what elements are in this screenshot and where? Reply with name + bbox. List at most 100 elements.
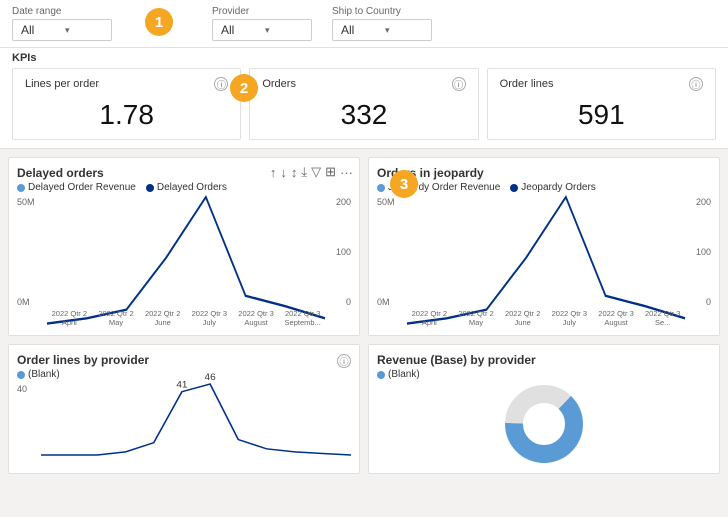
legend-item-jeopardy-orders: Jeopardy Orders: [510, 182, 595, 193]
date-range-filter: Date range All ▾: [12, 6, 112, 41]
kpi-title-lines-per-order: Lines per order: [25, 78, 99, 90]
kpi-title-order-lines: Order lines: [500, 78, 554, 90]
ship-to-country-filter: Ship to Country All ▾: [332, 6, 432, 41]
date-range-arrow-icon: ▾: [65, 25, 103, 36]
legend-dot-jeopardy-revenue: [377, 184, 385, 192]
date-range-select[interactable]: All ▾: [12, 19, 112, 41]
kpis-label: KPIs: [12, 52, 716, 64]
ship-to-country-label: Ship to Country: [332, 6, 432, 17]
delayed-orders-panel: Delayed orders ↑ ↓ ↕ ⤓ ▽ ⊞ ··· Delayed O…: [8, 157, 360, 336]
x-label: 2022 Qtr 2June: [140, 309, 185, 327]
x-label: 2022 Qtr 3Se...: [640, 309, 685, 327]
legend-label-jeopardy-orders: Jeopardy Orders: [521, 182, 595, 193]
provider-filter: Provider All ▾: [212, 6, 312, 41]
chart-toolbar: ↑ ↓ ↕ ⤓ ▽ ⊞ ···: [270, 164, 353, 180]
jeopardy-orders-title: Orders in jeopardy: [377, 166, 711, 180]
x-label: 2022 Qtr 3August: [594, 309, 639, 327]
kpi-card-lines-per-order: Lines per order ⓘ 1.78: [12, 68, 241, 140]
jeopardy-orders-panel: Orders in jeopardy Jeopardy Order Revenu…: [368, 157, 720, 336]
sort-asc-icon[interactable]: ↑: [270, 165, 277, 180]
filter-icon[interactable]: ▽: [311, 164, 321, 180]
more-icon[interactable]: ···: [340, 165, 353, 180]
sort-both-icon[interactable]: ↕: [291, 165, 298, 180]
y-right-bottom: 0: [327, 297, 351, 307]
x-label: 2022 Qtr 3Septemb...: [280, 309, 325, 327]
y-right-top: 200: [327, 197, 351, 207]
ship-to-country-arrow-icon: ▾: [385, 25, 423, 36]
kpi-card-orders: Orders ⓘ 332: [249, 68, 478, 140]
jeopardy-orders-chart-area: 50M 0M 200 100 0 2022 Qtr 2April2022 Qtr…: [377, 197, 711, 327]
y-axis-right-delayed: 200 100 0: [327, 197, 351, 307]
provider-arrow-icon: ▾: [265, 25, 303, 36]
sort-desc-icon[interactable]: ↓: [280, 165, 287, 180]
provider-select[interactable]: All ▾: [212, 19, 312, 41]
legend-label-blank-revenue: (Blank): [388, 369, 420, 380]
kpi-info-icon-lines-per-order[interactable]: ⓘ: [214, 77, 228, 91]
y-left-top: 50M: [17, 197, 45, 207]
x-label: 2022 Qtr 2May: [454, 309, 499, 327]
order-lines-provider-panel: Order lines by provider ⓘ (Blank) 40 414…: [8, 344, 360, 474]
x-label: 2022 Qtr 2May: [94, 309, 139, 327]
svg-text:41: 41: [176, 380, 187, 390]
kpi-info-icon-orders[interactable]: ⓘ: [452, 77, 466, 91]
grid-icon[interactable]: ⊞: [325, 164, 336, 180]
kpi-title-orders: Orders: [262, 78, 296, 90]
jeopardy-orders-legend: Jeopardy Order Revenue Jeopardy Orders: [377, 182, 711, 193]
x-label: 2022 Qtr 2June: [500, 309, 545, 327]
revenue-provider-title: Revenue (Base) by provider: [377, 353, 711, 367]
legend-item-blank-revenue: (Blank): [377, 369, 420, 380]
legend-dot-blank-revenue: [377, 371, 385, 379]
x-label: 2022 Qtr 2April: [47, 309, 92, 327]
kpis-section: KPIs Lines per order ⓘ 1.78 Orders ⓘ 332…: [0, 48, 728, 149]
legend-label-delayed-revenue: Delayed Order Revenue: [28, 182, 136, 193]
ship-to-country-select[interactable]: All ▾: [332, 19, 432, 41]
y-right-jeopardy-top: 200: [687, 197, 711, 207]
order-lines-chart-area: 40 4146: [17, 384, 351, 469]
delayed-orders-chart-area: 50M 0M 200 100 0 2022 Qtr 2April2022 Qtr…: [17, 197, 351, 327]
order-lines-provider-info-icon[interactable]: ⓘ: [337, 354, 351, 368]
legend-dot-jeopardy-orders: [510, 184, 518, 192]
y-right-mid: 100: [327, 247, 351, 257]
revenue-donut-area: [377, 384, 711, 464]
expand-icon[interactable]: ⤓: [301, 164, 307, 180]
legend-item-delayed-revenue: Delayed Order Revenue: [17, 182, 136, 193]
legend-dot-delayed-orders: [146, 184, 154, 192]
y-left-jeopardy-bottom: 0M: [377, 297, 405, 307]
y-axis-right-jeopardy: 200 100 0: [687, 197, 711, 307]
kpi-value-lines-per-order: 1.78: [25, 99, 228, 131]
provider-label: Provider: [212, 6, 312, 17]
order-lines-provider-legend: (Blank): [17, 369, 351, 380]
x-label: 2022 Qtr 2April: [407, 309, 452, 327]
y-left-bottom: 0M: [17, 297, 45, 307]
delayed-x-labels: 2022 Qtr 2April2022 Qtr 2May2022 Qtr 2Ju…: [47, 309, 325, 327]
delayed-orders-legend: Delayed Order Revenue Delayed Orders: [17, 182, 351, 193]
badge-number-3: 3: [390, 170, 418, 198]
badge-number-1: 1: [145, 8, 173, 36]
badge-number-2: 2: [230, 74, 258, 102]
legend-item-blank-provider: (Blank): [17, 369, 60, 380]
y-top-ol: 40: [17, 384, 39, 394]
legend-label-blank-provider: (Blank): [28, 369, 60, 380]
legend-label-delayed-orders: Delayed Orders: [157, 182, 227, 193]
kpi-info-icon-order-lines[interactable]: ⓘ: [689, 77, 703, 91]
y-right-jeopardy-bottom: 0: [687, 297, 711, 307]
delayed-orders-line-chart: [47, 197, 325, 327]
y-axis-left-jeopardy: 50M 0M: [377, 197, 405, 307]
kpi-card-order-lines: Order lines ⓘ 591: [487, 68, 716, 140]
order-lines-provider-title: Order lines by provider: [17, 353, 149, 367]
filters-bar: Date range All ▾ Provider All ▾ Ship to …: [0, 0, 728, 48]
y-right-jeopardy-mid: 100: [687, 247, 711, 257]
x-label: 2022 Qtr 3July: [547, 309, 592, 327]
legend-item-delayed-orders: Delayed Orders: [146, 182, 227, 193]
legend-dot-blank-provider: [17, 371, 25, 379]
revenue-donut-chart: [504, 384, 584, 464]
ship-to-country-value: All: [341, 23, 379, 37]
revenue-provider-legend: (Blank): [377, 369, 711, 380]
jeopardy-x-labels: 2022 Qtr 2April2022 Qtr 2May2022 Qtr 2Ju…: [407, 309, 685, 327]
ol-line-chart: 4146: [41, 384, 351, 455]
kpi-value-order-lines: 591: [500, 99, 703, 131]
kpi-cards-container: Lines per order ⓘ 1.78 Orders ⓘ 332 Orde…: [12, 68, 716, 140]
x-label: 2022 Qtr 3July: [187, 309, 232, 327]
x-label: 2022 Qtr 3August: [234, 309, 279, 327]
provider-value: All: [221, 23, 259, 37]
